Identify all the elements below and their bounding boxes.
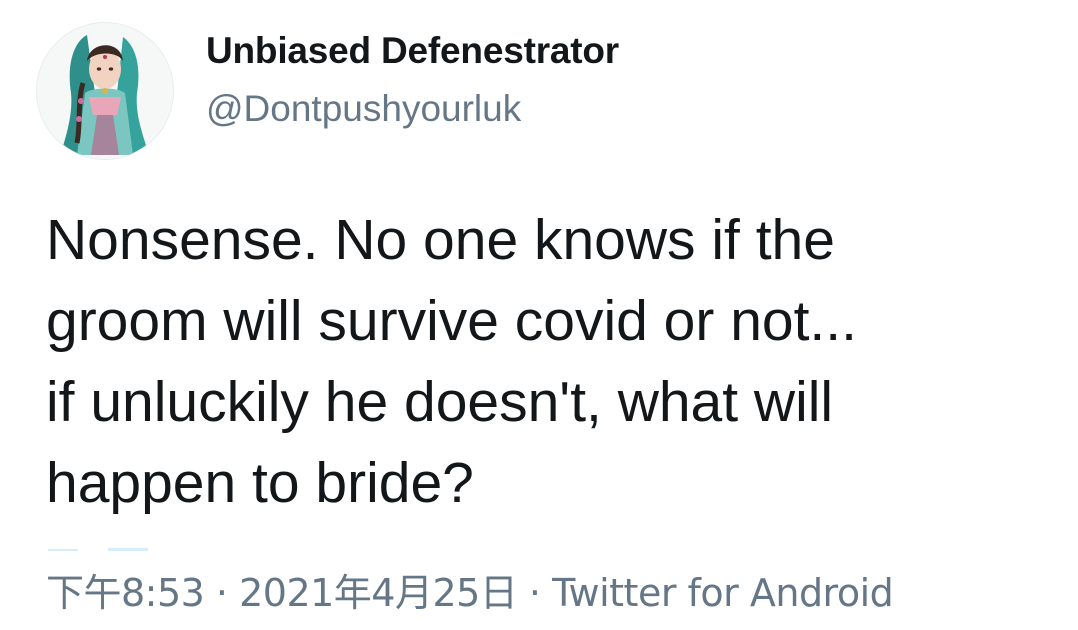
tweet-text: Nonsense. No one knows if the groom will… [46,208,857,515]
faint-divider-mark [48,548,148,551]
tweet-source[interactable]: Twitter for Android [552,571,894,615]
meta-separator-2: · [517,571,553,615]
meta-separator-1: · [204,571,240,615]
user-handle[interactable]: @Dontpushyourluk [206,88,521,130]
user-avatar[interactable] [36,22,174,160]
illustrated-woman-avatar-icon [37,23,173,159]
tweet-card: Unbiased Defenestrator @Dontpushyourluk … [0,0,1078,630]
tweet-time[interactable]: 下午8:53 [46,571,205,615]
display-name[interactable]: Unbiased Defenestrator [206,30,619,72]
tweet-date[interactable]: 2021年4月25日 [239,571,518,615]
tweet-meta: 下午8:53 · 2021年4月25日 · Twitter for Androi… [46,562,894,617]
